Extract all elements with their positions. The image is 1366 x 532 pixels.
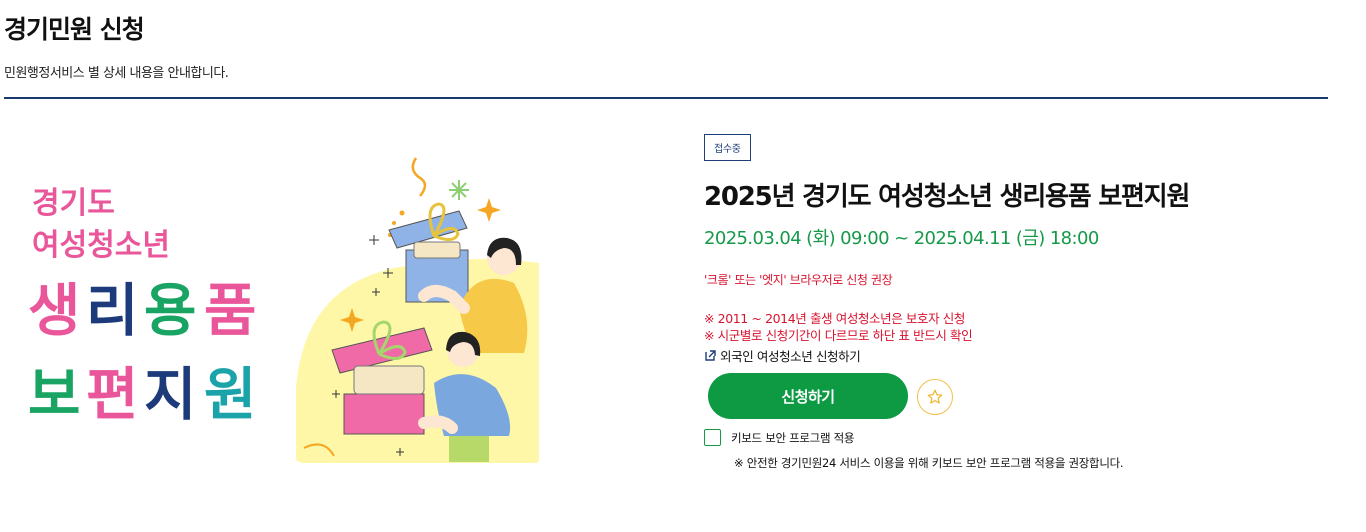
keyboard-security-checkbox[interactable] (704, 429, 721, 446)
note-period-by-city: ※ 시군별로 신청기간이 다르므로 하단 표 반드시 확인 (704, 328, 973, 343)
foreign-application-link[interactable]: 외국인 여성청소년 신청하기 (704, 346, 861, 365)
hero-char-bo: 보 (28, 362, 80, 428)
page-subtitle: 민원행정서비스 별 상세 내용을 안내합니다. (4, 66, 229, 81)
note-guardian: ※ 2011 ~ 2014년 출생 여성청소년은 보호자 신청 (704, 311, 965, 326)
hero-char-pyeon: 편 (86, 362, 138, 428)
hero-char-pum: 품 (204, 278, 256, 344)
keyboard-security-note: ※ 안전한 경기민원24 서비스 이용을 위해 키보드 보안 프로그램 적용을 … (734, 456, 1124, 470)
hero-char-yong: 용 (144, 278, 196, 344)
apply-button[interactable]: 신청하기 (708, 373, 908, 419)
service-title: 2025년 경기도 여성청소년 생리용품 보편지원 (704, 182, 1190, 212)
hero-char-saeng: 생 (28, 278, 80, 344)
star-icon (926, 388, 944, 406)
header-divider (4, 97, 1328, 99)
hero-char-ri: 리 (86, 278, 138, 344)
hero-text-line-1: 경기도 (32, 186, 115, 221)
service-detail-panel: 접수중 2025년 경기도 여성청소년 생리용품 보편지원 2025.03.04… (704, 134, 1344, 470)
external-link-icon (704, 349, 717, 362)
page-title: 경기민원 신청 (4, 15, 145, 44)
hero-text-line-2: 여성청소년 (32, 228, 170, 263)
favorite-button[interactable] (917, 379, 953, 415)
foreign-application-label: 외국인 여성청소년 신청하기 (720, 349, 861, 364)
keyboard-security-label: 키보드 보안 프로그램 적용 (731, 430, 855, 445)
notes-block: ※ 2011 ~ 2014년 출생 여성청소년은 보호자 신청 ※ 시군별로 신… (704, 310, 973, 344)
hero-char-ji: 지 (144, 362, 196, 428)
hero-banner: 경기도 여성청소년 생 리 용 품 보 편 지 원 (4, 118, 604, 478)
keyboard-security-row: 키보드 보안 프로그램 적용 (704, 429, 854, 446)
hero-illustration: 경기도 여성청소년 생 리 용 품 보 편 지 원 (28, 157, 539, 463)
gift-box-pink (343, 393, 425, 435)
application-period: 2025.03.04 (화) 09:00 ~ 2025.04.11 (금) 18… (704, 228, 1099, 249)
status-badge: 접수중 (704, 134, 751, 161)
browser-notice: '크롬' 또는 '엣지' 브라우저로 신청 권장 (704, 273, 893, 287)
hero-char-won: 원 (204, 362, 256, 428)
